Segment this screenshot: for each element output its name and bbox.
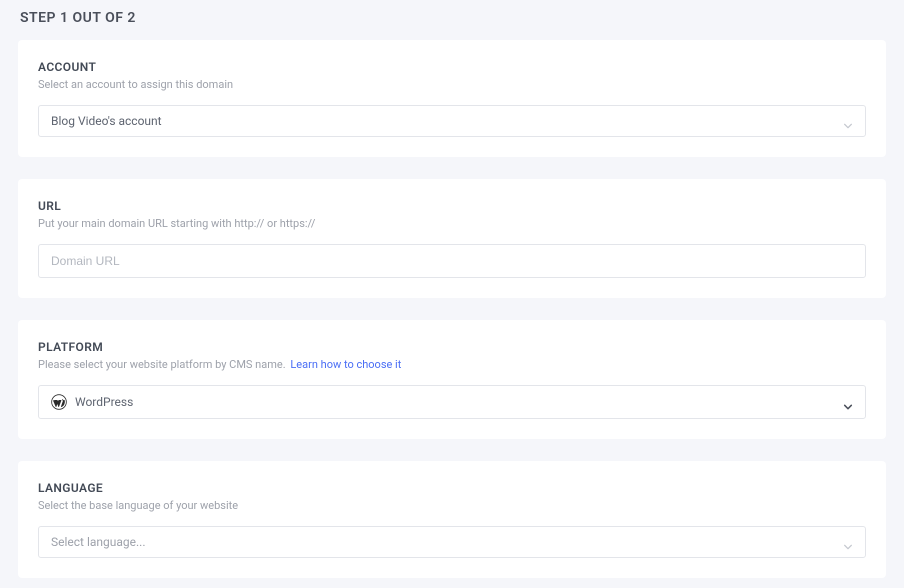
chevron-down-icon: [843, 116, 853, 126]
language-subtext: Select the base language of your website: [38, 499, 866, 512]
panel-platform: PLATFORM Please select your website plat…: [18, 320, 886, 439]
chevron-down-icon: [843, 397, 853, 407]
chevron-down-icon: [843, 537, 853, 547]
panel-account: ACCOUNT Select an account to assign this…: [18, 40, 886, 157]
domain-url-input[interactable]: [38, 244, 866, 278]
platform-selected-value: WordPress: [75, 395, 133, 409]
platform-select[interactable]: WordPress: [38, 385, 866, 419]
url-subtext: Put your main domain URL starting with h…: [38, 217, 866, 230]
step-title: STEP 1 OUT OF 2: [18, 10, 886, 26]
panel-language: LANGUAGE Select the base language of you…: [18, 461, 886, 578]
account-selected-value: Blog Video's account: [51, 114, 162, 128]
language-select[interactable]: Select language...: [38, 526, 866, 558]
account-select[interactable]: Blog Video's account: [38, 105, 866, 137]
learn-how-link[interactable]: Learn how to choose it: [290, 358, 401, 371]
platform-subtext-text: Please select your website platform by C…: [38, 358, 286, 371]
account-heading: ACCOUNT: [38, 60, 866, 74]
wordpress-icon: [51, 394, 67, 410]
account-subtext: Select an account to assign this domain: [38, 78, 866, 91]
language-placeholder: Select language...: [51, 535, 146, 549]
platform-subtext: Please select your website platform by C…: [38, 358, 866, 371]
language-heading: LANGUAGE: [38, 481, 866, 495]
platform-heading: PLATFORM: [38, 340, 866, 354]
panel-url: URL Put your main domain URL starting wi…: [18, 179, 886, 298]
url-heading: URL: [38, 199, 866, 213]
